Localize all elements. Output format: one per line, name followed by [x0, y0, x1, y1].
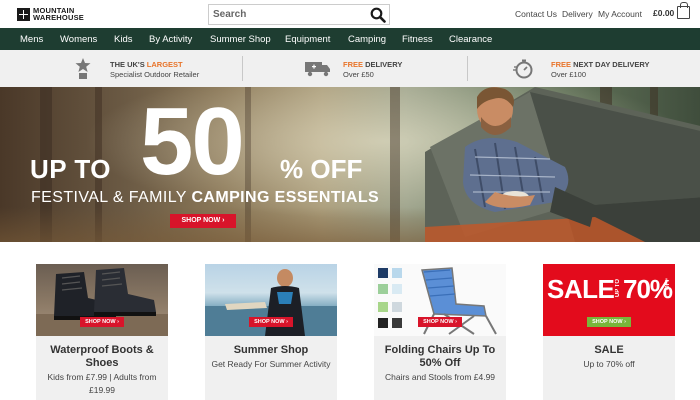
stopwatch-icon [513, 58, 535, 80]
camper-image [463, 87, 595, 227]
usp-next-day-title: FREE NEXT DAY DELIVERY [551, 60, 650, 69]
usp-free-delivery-title: FREE DELIVERY [343, 60, 403, 69]
hero-up-to: UP TO [30, 154, 112, 184]
award-icon [74, 57, 92, 81]
folding-chairs-card-subtitle: Chairs and Stools from £4.99 [384, 372, 496, 382]
main-nav: Mens Womens Kids By Activity Summer Shop… [0, 28, 700, 50]
summer-shop-now-button[interactable]: SHOP NOW › [249, 317, 293, 327]
nav-item-by-activity[interactable]: By Activity [149, 34, 192, 45]
contact-us-link[interactable]: Contact Us [515, 9, 557, 19]
sale-card-title: SALE [594, 344, 624, 356]
hero-shop-now-button[interactable]: SHOP NOW › [170, 214, 236, 228]
usp-next-day-sub: Over £100 [551, 70, 587, 79]
nav-item-camping[interactable]: Camping [348, 34, 386, 45]
logo[interactable]: MOUNTAIN WAREHOUSE [17, 7, 84, 21]
usp-largest-title: THE UK'S LARGEST [110, 60, 183, 69]
folding-chairs-card-title: Folding Chairs Up To 50% Off [384, 344, 496, 369]
logo-line2: WAREHOUSE [33, 13, 84, 22]
promo-card-boots[interactable]: SHOP NOW › Waterproof Boots & Shoes Kids… [36, 264, 168, 400]
truck-icon [304, 61, 332, 77]
boots-shop-now-button[interactable]: SHOP NOW › [80, 317, 124, 327]
nav-item-summer-shop[interactable]: Summer Shop [210, 34, 271, 45]
sale-banner-upto: UP TO [615, 279, 621, 298]
summer-shop-card-subtitle: Get Ready For Summer Activity [211, 359, 331, 369]
delivery-link[interactable]: Delivery [562, 9, 593, 19]
sale-card-subtitle: Up to 70% off [583, 359, 635, 369]
nav-item-kids[interactable]: Kids [114, 34, 132, 45]
promo-card-sale[interactable]: SALE UP TO 70% OFF SHOP NOW › SALE Up to… [543, 264, 675, 400]
nav-item-fitness[interactable]: Fitness [402, 34, 433, 45]
hero-big-number: 50 [140, 88, 245, 195]
nav-item-clearance[interactable]: Clearance [449, 34, 492, 45]
logo-mark-icon [17, 7, 30, 21]
usp-bar: THE UK'S LARGEST Specialist Outdoor Reta… [0, 50, 700, 87]
folding-chairs-shop-now-button[interactable]: SHOP NOW › [418, 317, 462, 327]
basket-total[interactable]: £0.00 [653, 8, 674, 18]
my-account-link[interactable]: My Account [598, 9, 642, 19]
usp-divider [467, 56, 468, 81]
nav-item-equipment[interactable]: Equipment [285, 34, 330, 45]
usp-free-delivery-sub: Over £50 [343, 70, 374, 79]
summer-shop-card-title: Summer Shop [233, 344, 309, 356]
basket-icon[interactable] [677, 2, 690, 19]
usp-largest-sub: Specialist Outdoor Retailer [110, 70, 200, 79]
sale-shop-now-button[interactable]: SHOP NOW › [587, 317, 631, 327]
hero-subline: FESTIVAL & FAMILY CAMPING ESSENTIALS [31, 189, 380, 206]
promo-card-summer-shop[interactable]: SHOP NOW › Summer Shop Get Ready For Sum… [205, 264, 337, 400]
nav-item-womens[interactable]: Womens [60, 34, 97, 45]
hero-percent-off: % OFF [280, 154, 363, 184]
nav-item-mens[interactable]: Mens [20, 34, 43, 45]
site-header: MOUNTAIN WAREHOUSE Contact Us Delivery M… [0, 0, 700, 28]
hero-banner[interactable]: UP TO 50 % OFF FESTIVAL & FAMILY CAMPING… [0, 87, 700, 242]
boots-card-subtitle: Kids from £7.99 | Adults from £19.99 [47, 372, 157, 395]
boots-card-title: Waterproof Boots & Shoes [50, 344, 154, 369]
promo-card-folding-chairs[interactable]: SHOP NOW › Folding Chairs Up To 50% Off … [374, 264, 506, 400]
search-icon[interactable] [370, 7, 386, 23]
search-input[interactable] [213, 7, 363, 22]
search-box [208, 4, 390, 25]
usp-divider [242, 56, 243, 81]
sale-banner-word: SALE [547, 274, 615, 304]
sale-banner-off: OFF [665, 278, 671, 290]
